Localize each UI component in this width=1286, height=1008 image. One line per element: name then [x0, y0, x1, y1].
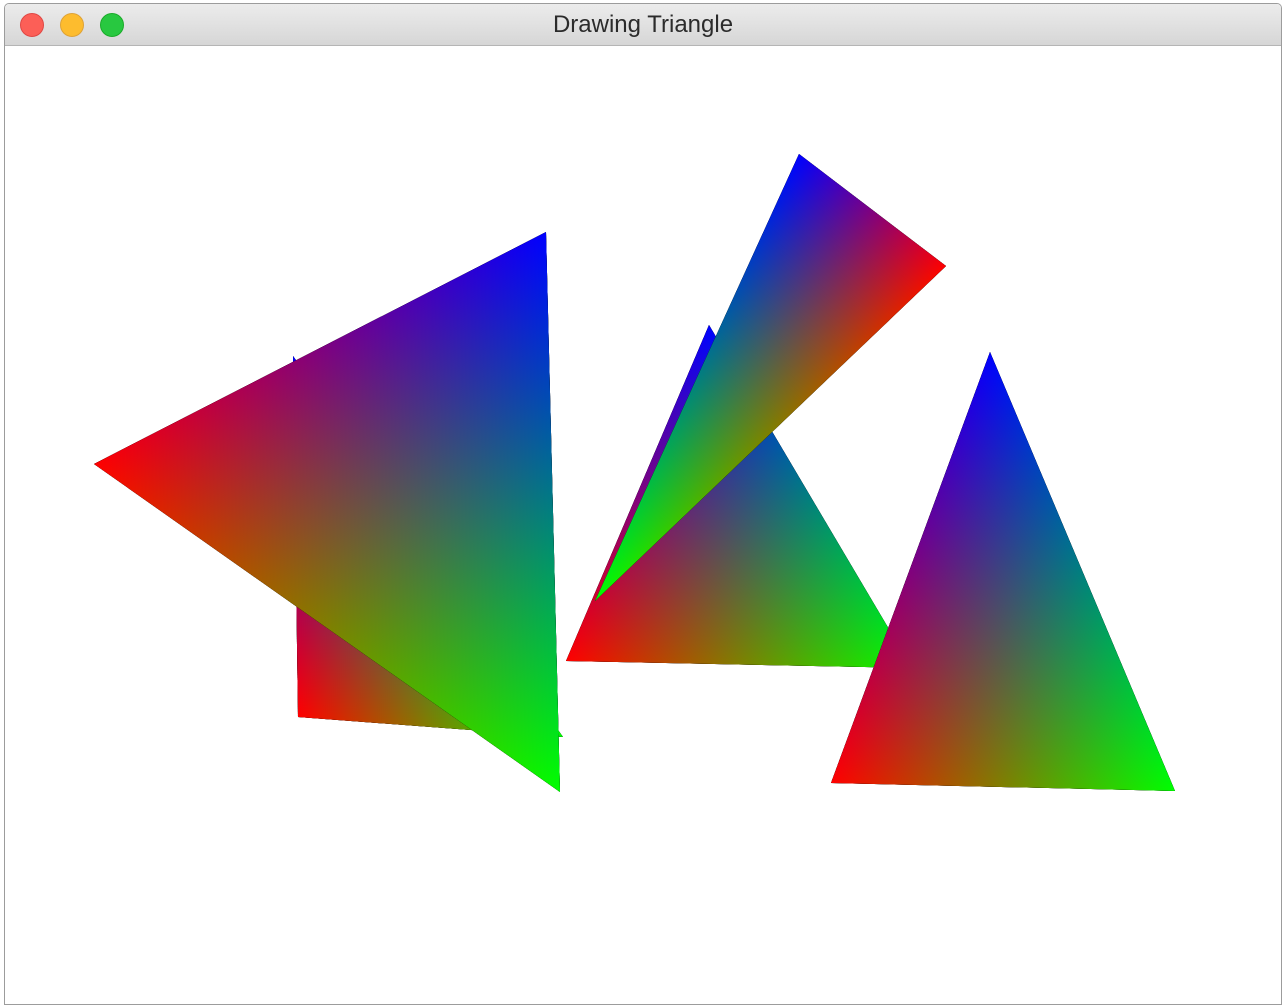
triangle-scene	[94, 154, 1175, 792]
title-bar[interactable]: Drawing Triangle	[5, 4, 1281, 46]
window-title: Drawing Triangle	[552, 11, 734, 38]
render-canvas	[5, 46, 1281, 1004]
tri-right-blue-channel	[831, 352, 1175, 791]
app-window: Drawing Triangle	[4, 3, 1282, 1005]
tri-right	[831, 352, 1175, 791]
